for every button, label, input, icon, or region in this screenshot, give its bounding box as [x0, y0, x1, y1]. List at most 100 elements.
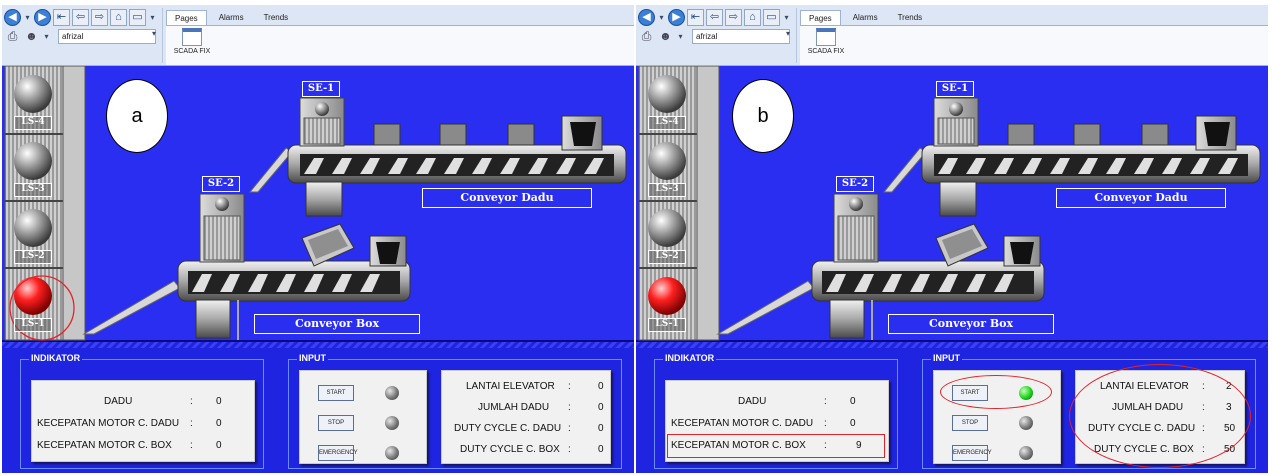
toolbar: ◀ ▾ ▶ ⇤ ⇦ ⇨ ⌂ ▭ ▾ ⎙ ☻ ▾ afrizal ▾ Pages …: [636, 5, 1268, 66]
scada-fix-button[interactable]: SCADA FIX: [804, 28, 848, 55]
tab-pages[interactable]: Pages: [166, 10, 207, 26]
ls2-label: LS-2: [14, 250, 52, 264]
kecepatan-motor-box-value: 0: [216, 440, 222, 451]
level-sensor-ls1-lamp: [14, 277, 52, 315]
user-row: ⎙ ☻ ▾: [4, 29, 51, 44]
customize-dropdown-icon[interactable]: ▾: [148, 13, 157, 22]
kecepatan-motor-box-label: KECEPATAN MOTOR C. BOX: [37, 440, 172, 451]
tab-trends[interactable]: Trends: [256, 10, 297, 26]
indikator-box: DADU : 0 KECEPATAN MOTOR C. DADU : 0 KEC…: [31, 380, 255, 462]
start-button[interactable]: START: [318, 385, 354, 401]
first-page-icon[interactable]: ⇤: [687, 8, 704, 26]
ls2-label: LS-2: [648, 250, 686, 264]
ribbon-dropdown-icon[interactable]: ▾: [786, 29, 790, 38]
input-group: INPUT START STOP EMERGENCY LANTAI ELEVAT…: [288, 353, 622, 469]
toolbar-divider: [796, 8, 797, 63]
stop-button[interactable]: STOP: [318, 415, 354, 431]
start-indicator-lamp: [1019, 386, 1033, 400]
scada-panel-b: ◀ ▾ ▶ ⇤ ⇦ ⇨ ⌂ ▭ ▾ ⎙ ☻ ▾ afrizal ▾ Pages …: [636, 5, 1268, 473]
colon: :: [568, 444, 571, 455]
ls3-label: LS-3: [14, 183, 52, 197]
ribbon-tabs: Pages Alarms Trends: [800, 10, 930, 26]
first-page-icon[interactable]: ⇤: [53, 8, 70, 26]
emergency-button[interactable]: EMERGENCY: [318, 445, 358, 461]
ls1-label: LS-1: [14, 318, 52, 332]
chevron-down-icon[interactable]: ▾: [23, 13, 32, 22]
forward-arrow-icon[interactable]: ▶: [34, 8, 51, 26]
user-dropdown-icon[interactable]: ▾: [676, 32, 685, 41]
chevron-down-icon[interactable]: ▾: [657, 13, 666, 22]
scada-fix-button[interactable]: SCADA FIX: [170, 28, 214, 55]
previous-page-icon[interactable]: ⇦: [706, 8, 723, 26]
previous-page-icon[interactable]: ⇦: [72, 8, 89, 26]
input-title: INPUT: [297, 353, 328, 363]
kecepatan-motor-box-value: 9: [856, 440, 862, 451]
status-box: LANTAI ELEVATOR : 0 JUMLAH DADU : 0 DUTY…: [441, 370, 611, 464]
stop-indicator-lamp: [385, 416, 399, 430]
dice-item: [1141, 123, 1169, 146]
tab-pages[interactable]: Pages: [800, 10, 841, 26]
user-icon[interactable]: ☻: [23, 29, 40, 44]
kecepatan-motor-box-label: KECEPATAN MOTOR C. BOX: [671, 440, 806, 451]
duty-cycle-box-label: DUTY CYCLE C. BOX: [460, 444, 560, 455]
tab-trends[interactable]: Trends: [890, 10, 931, 26]
emergency-button[interactable]: EMERGENCY: [952, 445, 992, 461]
colon: :: [190, 396, 193, 407]
dadu-label: DADU: [738, 396, 767, 407]
duty-cycle-box-value: 0: [598, 444, 604, 455]
home-icon[interactable]: ⌂: [110, 8, 127, 26]
tab-alarms[interactable]: Alarms: [845, 10, 886, 26]
conveyor-box-label: Conveyor Box: [254, 314, 420, 334]
user-combo[interactable]: afrizal: [692, 29, 790, 44]
scada-fix-label: SCADA FIX: [173, 48, 211, 55]
back-arrow-icon[interactable]: ◀: [638, 8, 655, 26]
kecepatan-motor-dadu-label: KECEPATAN MOTOR C. DADU: [37, 418, 180, 429]
forward-arrow-icon[interactable]: ▶: [668, 8, 685, 26]
back-arrow-icon[interactable]: ◀: [4, 8, 21, 26]
colon: :: [568, 423, 571, 434]
indikator-title: INDIKATOR: [663, 353, 717, 363]
ribbon-pane: SCADA FIX: [166, 25, 634, 65]
se2-label: SE-2: [202, 176, 240, 192]
level-sensor-ls2-lamp: [14, 209, 52, 247]
user-icon[interactable]: ☻: [657, 29, 674, 44]
colon: :: [824, 396, 827, 407]
kecepatan-motor-dadu-value: 0: [850, 418, 856, 429]
ribbon-tabs: Pages Alarms Trends: [166, 10, 296, 26]
home-icon[interactable]: ⌂: [744, 8, 761, 26]
user-dropdown-icon[interactable]: ▾: [42, 32, 51, 41]
scada-fix-label: SCADA FIX: [807, 48, 845, 55]
start-indicator-lamp: [385, 386, 399, 400]
conveyor-box-label: Conveyor Box: [888, 314, 1054, 334]
start-button[interactable]: START: [952, 385, 988, 401]
colon: :: [568, 402, 571, 413]
jumlah-dadu-label: JUMLAH DADU: [478, 402, 550, 413]
colon: :: [568, 381, 571, 392]
input-group: INPUT START STOP EMERGENCY LANTAI ELEVAT…: [922, 353, 1256, 469]
quick-access-bar: ◀ ▾ ▶ ⇤ ⇦ ⇨ ⌂ ▭ ▾: [4, 7, 157, 27]
sensor-se2-lamp: [849, 197, 863, 211]
tab-alarms[interactable]: Alarms: [211, 10, 252, 26]
dice-item: [507, 123, 535, 146]
level-sensor-ls4-lamp: [14, 75, 52, 113]
conveyor-dadu-label: Conveyor Dadu: [422, 188, 592, 208]
stop-button[interactable]: STOP: [952, 415, 988, 431]
process-scene: a LS-4 LS-3 LS-2 LS-1 SE-1 SE-2 Conveyor…: [2, 66, 634, 342]
next-page-icon[interactable]: ⇨: [91, 8, 108, 26]
window-icon[interactable]: ▭: [129, 8, 146, 26]
emergency-indicator-lamp: [1019, 446, 1033, 460]
toolbar-divider: [162, 8, 163, 63]
level-sensor-ls1-lamp: [648, 277, 686, 315]
ribbon-dropdown-icon[interactable]: ▾: [152, 29, 156, 38]
print-icon[interactable]: ⎙: [4, 29, 21, 44]
lantai-elevator-label: LANTAI ELEVATOR: [466, 381, 555, 392]
next-page-icon[interactable]: ⇨: [725, 8, 742, 26]
print-icon[interactable]: ⎙: [638, 29, 655, 44]
level-sensor-ls3-lamp: [648, 142, 686, 180]
dice-item: [1007, 123, 1035, 146]
dadu-label: DADU: [104, 396, 133, 407]
customize-dropdown-icon[interactable]: ▾: [782, 13, 791, 22]
window-icon[interactable]: ▭: [763, 8, 780, 26]
user-combo[interactable]: afrizal: [58, 29, 156, 44]
duty-cycle-dadu-label: DUTY CYCLE C. DADU: [454, 423, 562, 434]
